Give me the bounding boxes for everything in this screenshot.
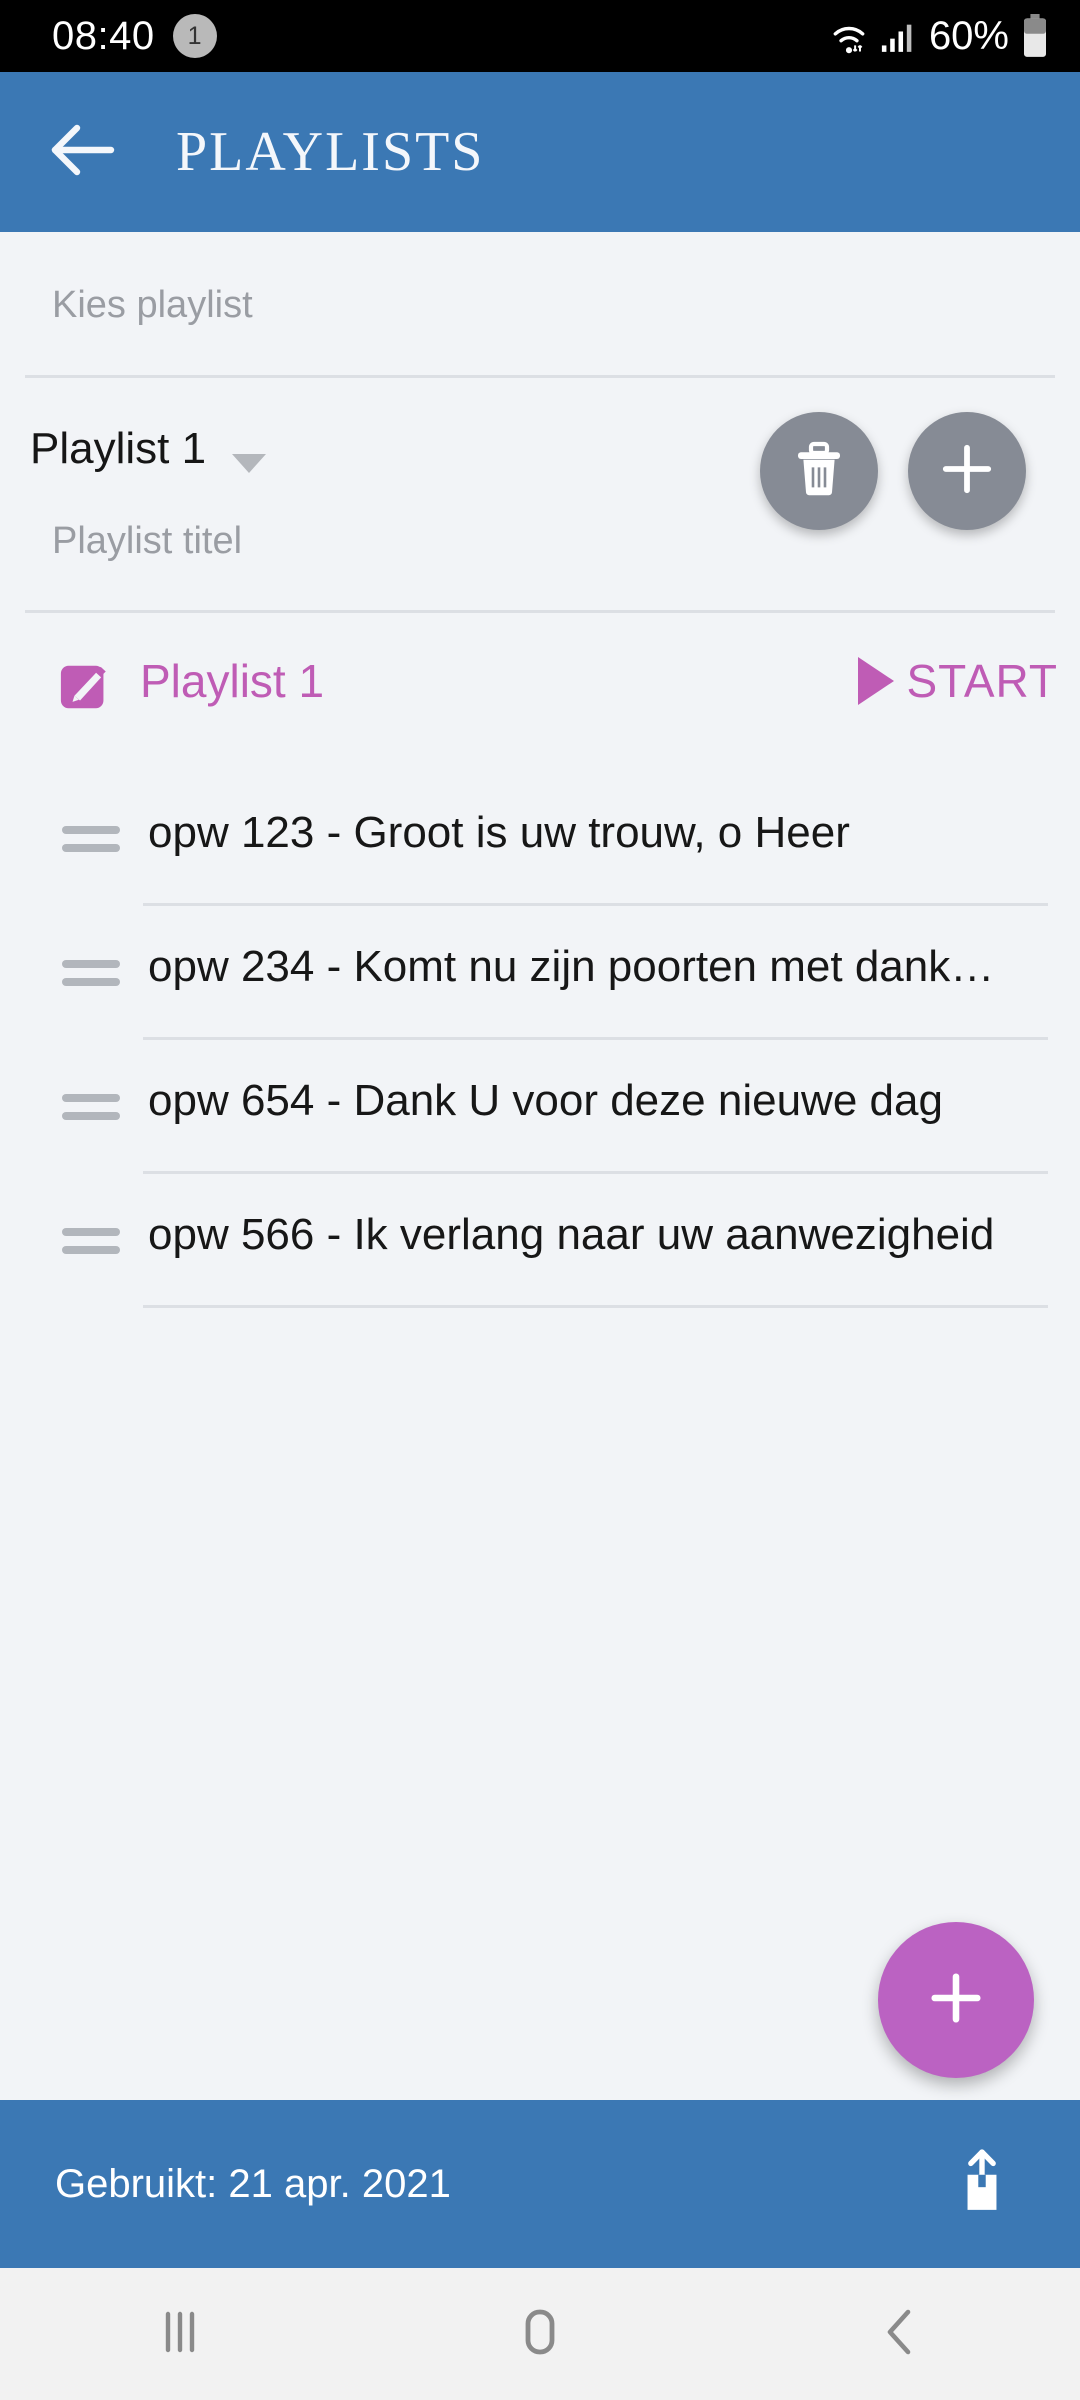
song-list: opw 123 - Groot is uw trouw, o Heer opw … xyxy=(0,772,1080,1308)
cellular-signal-icon xyxy=(880,19,914,53)
drag-handle-icon[interactable] xyxy=(62,1228,120,1254)
plus-icon xyxy=(927,1969,985,2032)
recents-icon xyxy=(152,2306,208,2363)
playlist-title-row: Playlist 1 START xyxy=(0,632,1080,752)
row-divider xyxy=(143,1305,1048,1308)
battery-icon xyxy=(1020,14,1050,58)
playlist-select-label: Kies playlist xyxy=(52,284,253,326)
back-button-nav[interactable] xyxy=(830,2268,970,2400)
divider-title xyxy=(25,610,1055,613)
add-song-fab[interactable] xyxy=(878,1922,1034,2078)
recents-button[interactable] xyxy=(110,2268,250,2400)
home-icon xyxy=(512,2304,568,2365)
trash-icon xyxy=(793,441,845,502)
edit-pencil-icon[interactable] xyxy=(58,658,116,716)
status-bar: 08:40 1 60% xyxy=(0,0,1080,72)
phone-screen: 08:40 1 60% PLAYLISTS Kies playlist Play… xyxy=(0,0,1080,2400)
song-title: opw 566 - Ik verlang naar uw aanwezighei… xyxy=(148,1210,995,1259)
song-title: opw 234 - Komt nu zijn poorten met dank… xyxy=(148,942,995,991)
table-row[interactable]: opw 234 - Komt nu zijn poorten met dank… xyxy=(0,906,1080,1040)
table-row[interactable]: opw 654 - Dank U voor deze nieuwe dag xyxy=(0,1040,1080,1174)
start-button-label: START xyxy=(906,655,1058,707)
table-row[interactable]: opw 566 - Ik verlang naar uw aanwezighei… xyxy=(0,1174,1080,1308)
main-content: Kies playlist Playlist 1 Playlist titel … xyxy=(0,232,1080,2100)
status-bar-indicators: 60% xyxy=(827,14,1050,59)
wifi-icon xyxy=(827,18,871,54)
bottom-bar: Gebruikt: 21 apr. 2021 xyxy=(0,2100,1080,2268)
app-bar: PLAYLISTS xyxy=(0,72,1080,232)
status-bar-clock: 08:40 xyxy=(52,13,155,58)
divider-select xyxy=(25,375,1055,378)
table-row[interactable]: opw 123 - Groot is uw trouw, o Heer xyxy=(0,772,1080,906)
song-title: opw 123 - Groot is uw trouw, o Heer xyxy=(148,808,850,857)
drag-handle-icon[interactable] xyxy=(62,960,120,986)
notification-count-badge: 1 xyxy=(172,14,217,58)
playlist-title-label: Playlist titel xyxy=(52,520,243,562)
drag-handle-icon[interactable] xyxy=(62,1094,120,1120)
share-button[interactable] xyxy=(934,2136,1030,2232)
share-upload-icon xyxy=(951,2146,1013,2223)
back-chevron-icon xyxy=(874,2304,926,2365)
chevron-down-icon[interactable] xyxy=(232,454,266,473)
song-title: opw 654 - Dank U voor deze nieuwe dag xyxy=(148,1076,943,1125)
start-button[interactable]: START xyxy=(858,654,1058,708)
back-button[interactable] xyxy=(28,97,138,207)
playlist-title-value[interactable]: Playlist 1 xyxy=(140,654,324,708)
playlist-select-value[interactable]: Playlist 1 xyxy=(30,424,206,474)
play-triangle-icon xyxy=(858,657,895,705)
add-playlist-button[interactable] xyxy=(908,412,1026,530)
battery-percent-label: 60% xyxy=(928,13,1009,58)
arrow-left-icon xyxy=(51,122,115,183)
plus-icon xyxy=(940,442,994,501)
page-title: PLAYLISTS xyxy=(176,121,485,183)
last-used-label: Gebruikt: 21 apr. 2021 xyxy=(55,2161,451,2206)
delete-playlist-button[interactable] xyxy=(760,412,878,530)
home-button[interactable] xyxy=(470,2268,610,2400)
drag-handle-icon[interactable] xyxy=(62,826,120,852)
system-navigation-bar xyxy=(0,2268,1080,2400)
